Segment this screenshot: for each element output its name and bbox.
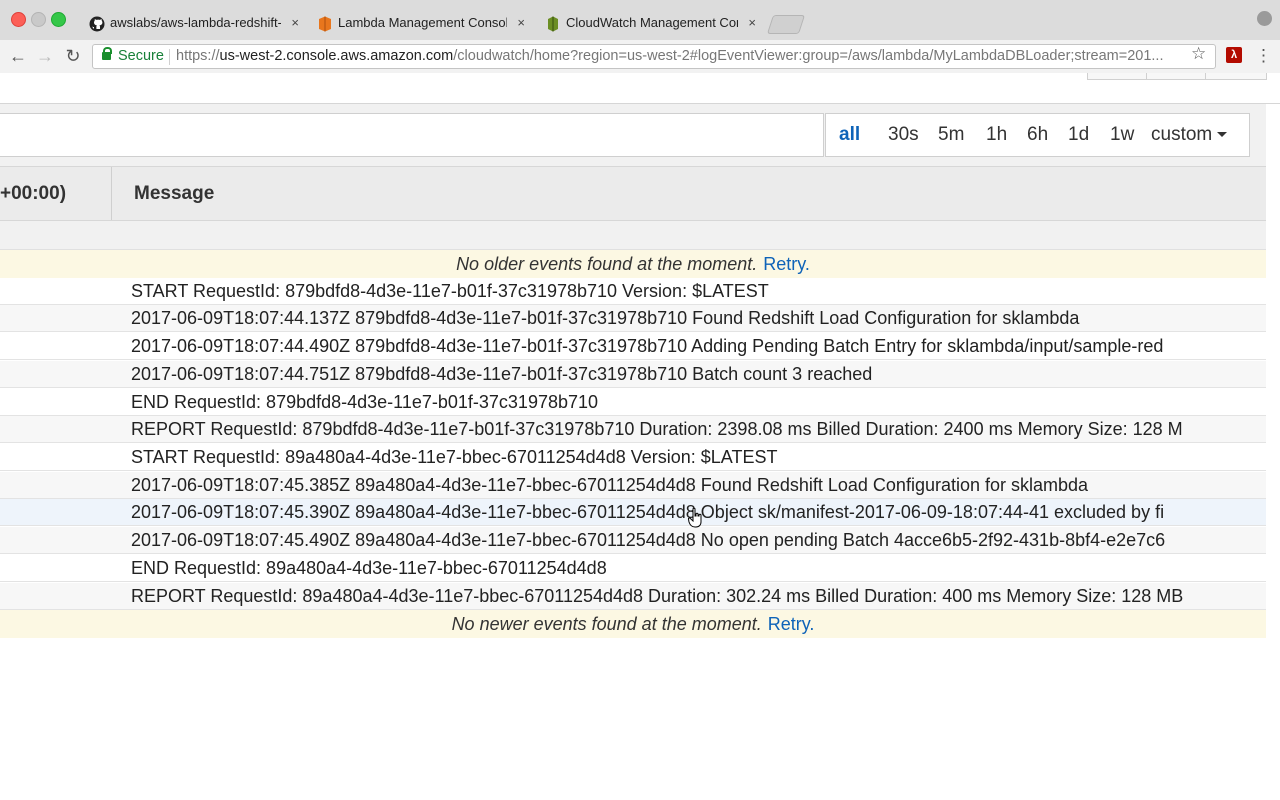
range-all-button[interactable]: all	[839, 114, 860, 156]
log-message: 2017-06-09T18:07:45.390Z 89a480a4-4d3e-1…	[131, 502, 1165, 522]
back-arrow-icon[interactable]: ←	[8, 46, 28, 66]
range-custom-label: custom	[1151, 124, 1213, 145]
log-row[interactable]: 2017-06-09T18:07:44.751Z 879bdfd8-4d3e-1…	[0, 361, 1266, 388]
url-separator	[169, 49, 170, 65]
lock-icon	[102, 47, 112, 60]
range-1d-button[interactable]: 1d	[1068, 114, 1089, 156]
tab-title: awslabs/aws-lambda-redshift-	[110, 15, 281, 30]
github-icon	[89, 16, 105, 32]
browser-tab-cloudwatch[interactable]: CloudWatch Management Con ×	[536, 8, 762, 40]
table-spacer-row	[0, 221, 1266, 250]
tab-title: CloudWatch Management Con	[566, 15, 738, 30]
time-range-selector: all 30s 5m 1h 6h 1d 1w custom	[825, 113, 1250, 157]
newer-events-notice: No newer events found at the moment. Retr…	[0, 610, 1266, 638]
acrobat-extension-icon[interactable]: λ	[1226, 47, 1242, 63]
log-row[interactable]: START RequestId: 89a480a4-4d3e-11e7-bbec…	[0, 444, 1266, 471]
browser-tab-strip: awslabs/aws-lambda-redshift- × Lambda Ma…	[0, 0, 1280, 41]
log-message: 2017-06-09T18:07:44.137Z 879bdfd8-4d3e-1…	[131, 308, 1080, 328]
window-maximize-button[interactable]	[51, 12, 66, 27]
window-close-button[interactable]	[11, 12, 26, 27]
log-message: REPORT RequestId: 879bdfd8-4d3e-11e7-b01…	[131, 419, 1183, 439]
window-minimize-button[interactable]	[31, 12, 46, 27]
range-1w-button[interactable]: 1w	[1110, 114, 1134, 156]
browser-tab-lambda[interactable]: Lambda Management Console ×	[308, 8, 531, 40]
tab-title: Lambda Management Console	[338, 15, 507, 30]
filter-events-input[interactable]	[0, 113, 824, 157]
secure-label: Secure	[118, 48, 164, 64]
tab-close-icon[interactable]: ×	[517, 8, 525, 38]
log-message: 2017-06-09T18:07:45.385Z 89a480a4-4d3e-1…	[131, 475, 1089, 495]
reload-icon[interactable]: ↻	[63, 46, 83, 66]
toolbar-button-partial[interactable]	[1146, 73, 1206, 80]
log-message: 2017-06-09T18:07:45.490Z 89a480a4-4d3e-1…	[131, 530, 1166, 550]
log-row[interactable]: END RequestId: 879bdfd8-4d3e-11e7-b01f-3…	[0, 389, 1266, 416]
log-message: REPORT RequestId: 89a480a4-4d3e-11e7-bbe…	[131, 586, 1184, 606]
log-message: 2017-06-09T18:07:44.490Z 879bdfd8-4d3e-1…	[131, 336, 1164, 356]
url-host: us-west-2.console.aws.amazon.com	[219, 48, 454, 64]
range-5m-button[interactable]: 5m	[938, 114, 964, 156]
log-row[interactable]: 2017-06-09T18:07:44.490Z 879bdfd8-4d3e-1…	[0, 333, 1266, 360]
tab-close-icon[interactable]: ×	[291, 8, 299, 38]
log-message: END RequestId: 89a480a4-4d3e-11e7-bbec-6…	[131, 558, 607, 578]
log-row[interactable]: REPORT RequestId: 89a480a4-4d3e-11e7-bbe…	[0, 583, 1266, 610]
range-custom-dropdown[interactable]: custom	[1151, 114, 1228, 156]
retry-newer-link[interactable]: Retry.	[768, 614, 815, 634]
range-1h-button[interactable]: 1h	[986, 114, 1007, 156]
message-column-header[interactable]: Message	[134, 167, 214, 220]
page-top-bar	[0, 73, 1280, 104]
menu-kebab-icon[interactable]: ⋮	[1255, 46, 1272, 66]
aws-lambda-icon	[319, 16, 331, 32]
log-row[interactable]: 2017-06-09T18:07:45.490Z 89a480a4-4d3e-1…	[0, 527, 1266, 554]
aws-cloudwatch-icon	[548, 16, 558, 32]
url-scheme: https://	[176, 48, 220, 64]
log-row[interactable]: START RequestId: 879bdfd8-4d3e-11e7-b01f…	[0, 278, 1266, 305]
toolbar-button-partial[interactable]	[1205, 73, 1267, 80]
tab-close-icon[interactable]: ×	[748, 8, 756, 38]
new-tab-button[interactable]	[766, 15, 806, 34]
log-message: 2017-06-09T18:07:44.751Z 879bdfd8-4d3e-1…	[131, 364, 873, 384]
log-message: END RequestId: 879bdfd8-4d3e-11e7-b01f-3…	[131, 392, 599, 412]
browser-toolbar: ← → ↻ Secure https://us-west-2.console.a…	[0, 40, 1280, 74]
forward-arrow-icon[interactable]: →	[35, 46, 55, 66]
toolbar-button-partial[interactable]	[1087, 73, 1147, 80]
range-6h-button[interactable]: 6h	[1027, 114, 1048, 156]
url-path: /cloudwatch/home?region=us-west-2#logEve…	[453, 48, 1164, 64]
profile-icon[interactable]	[1257, 11, 1272, 26]
log-message: START RequestId: 879bdfd8-4d3e-11e7-b01f…	[131, 281, 769, 301]
log-row[interactable]: 2017-06-09T18:07:44.137Z 879bdfd8-4d3e-1…	[0, 305, 1266, 332]
browser-tab-github[interactable]: awslabs/aws-lambda-redshift- ×	[80, 8, 305, 40]
log-message: START RequestId: 89a480a4-4d3e-11e7-bbec…	[131, 447, 778, 467]
table-header: +00:00) Message	[0, 166, 1266, 221]
hand-cursor-icon	[688, 508, 702, 528]
column-divider	[111, 167, 112, 220]
caret-down-icon	[1217, 132, 1228, 138]
url-text: https://us-west-2.console.aws.amazon.com…	[176, 45, 1186, 68]
retry-older-link[interactable]: Retry.	[763, 254, 810, 274]
range-30s-button[interactable]: 30s	[888, 114, 919, 156]
time-column-header[interactable]: +00:00)	[0, 167, 66, 220]
filter-bar: all 30s 5m 1h 6h 1d 1w custom	[0, 104, 1266, 166]
newer-events-text: No newer events found at the moment.	[451, 614, 762, 634]
log-row[interactable]: END RequestId: 89a480a4-4d3e-11e7-bbec-6…	[0, 555, 1266, 582]
older-events-text: No older events found at the moment.	[456, 254, 758, 274]
address-bar[interactable]: Secure https://us-west-2.console.aws.ama…	[92, 44, 1216, 69]
bookmark-star-icon[interactable]: ☆	[1191, 44, 1206, 64]
log-row[interactable]: REPORT RequestId: 879bdfd8-4d3e-11e7-b01…	[0, 416, 1266, 443]
log-row[interactable]: 2017-06-09T18:07:45.390Z 89a480a4-4d3e-1…	[0, 499, 1266, 526]
log-row[interactable]: 2017-06-09T18:07:45.385Z 89a480a4-4d3e-1…	[0, 472, 1266, 499]
older-events-notice: No older events found at the moment. Retr…	[0, 250, 1266, 278]
